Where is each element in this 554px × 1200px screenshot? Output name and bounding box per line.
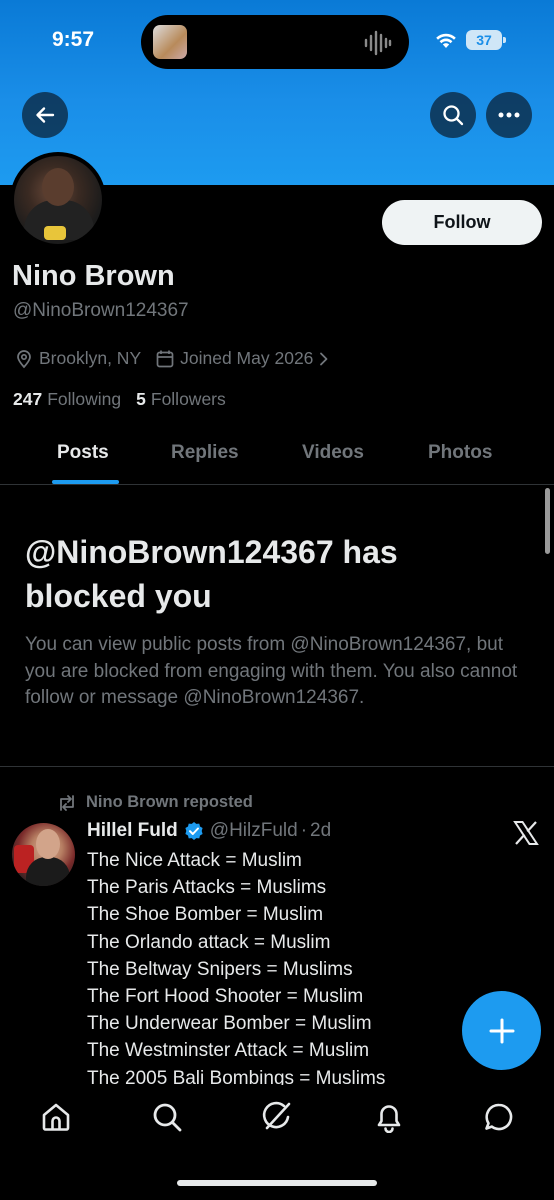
joined-item[interactable]: Joined May 2026 [155,348,330,369]
tab-replies[interactable]: Replies [171,442,239,464]
tab-videos[interactable]: Videos [302,442,364,464]
battery-indicator: 37 [466,30,506,50]
location-item: Brooklyn, NY [14,348,141,369]
post-author-handle[interactable]: @HilzFuld [210,820,298,842]
dynamic-island[interactable] [141,15,409,69]
scrollbar[interactable] [545,488,550,554]
more-button[interactable] [486,92,532,138]
notifications-icon [377,1105,401,1133]
joined-text: Joined May 2026 [180,348,314,368]
status-indicators: 37 [434,30,506,50]
avatar-body [26,857,70,886]
post-text[interactable]: The Nice Attack = Muslim The Paris Attack… [87,847,487,1085]
profile-meta: Brooklyn, NY Joined May 2026 [14,348,344,369]
section-divider [0,766,554,767]
location-pin-icon [17,349,31,368]
following-link[interactable]: 247 Following [13,389,121,410]
repost-indicator: Nino Brown reposted [56,793,253,812]
post-timestamp[interactable]: 2d [310,820,331,842]
followers-link[interactable]: 5 Followers [136,389,226,410]
profile-avatar[interactable] [10,152,106,248]
tab-photos[interactable]: Photos [428,442,492,464]
status-time: 9:57 [52,28,95,51]
blocked-title: @NinoBrown124367 has blocked you [25,534,398,614]
following-count: 247 [13,389,43,409]
x-logo-icon [513,821,539,845]
chevron-right-icon [320,352,328,365]
repost-label: Nino Brown reposted [86,793,253,811]
avatar-yellow-object [44,226,66,240]
followers-count: 5 [136,389,146,409]
follow-counts: 247 Following 5 Followers [13,389,226,410]
nav-messages[interactable] [482,1100,516,1134]
nav-search[interactable] [150,1100,184,1134]
post-text-line: The Shoe Bomber = Muslim [87,904,324,926]
plus-icon [489,1018,514,1043]
now-playing-thumbnail [153,25,187,59]
blocked-message: You can view public posts from @NinoBrow… [25,634,518,708]
audio-waveform-icon [364,30,392,56]
post-text-line: The Beltway Snipers = Muslims [87,958,353,980]
search-button[interactable] [430,92,476,138]
home-indicator[interactable] [177,1180,377,1186]
profile-tabs: Posts Replies Videos Photos [0,428,554,485]
search-icon [443,105,464,126]
verified-badge-icon [185,822,203,840]
post-author-name[interactable]: Hillel Fuld [87,820,178,842]
home-icon [42,1103,70,1131]
post-header: Hillel Fuld @HilzFuld · 2d [87,820,331,842]
post-text-line: The Underwear Bomber = Muslim [87,1013,372,1035]
profile-name: Nino Brown [12,260,175,292]
arrow-left-icon [36,107,55,123]
follow-button[interactable]: Follow [382,200,542,245]
calendar-icon [156,350,174,367]
post-text-line: The 2005 Bali Bombings = Muslims [87,1067,386,1085]
more-icon [498,112,520,118]
avatar-face [42,168,74,206]
back-button[interactable] [22,92,68,138]
post-text-line: The Paris Attacks = Muslims [87,877,327,899]
profile-handle: @NinoBrown124367 [13,300,189,321]
wifi-icon [436,33,456,48]
location-text: Brooklyn, NY [39,348,142,368]
nav-grok[interactable] [260,1100,294,1134]
tab-posts[interactable]: Posts [57,442,109,464]
avatar-head [36,829,60,859]
repost-icon [60,794,74,811]
following-label: Following [47,389,122,409]
compose-post-button[interactable] [462,991,541,1070]
post-text-line: The Orlando attack = Muslim [87,931,331,953]
post-text-line: The Nice Attack = Muslim [87,850,302,871]
messages-icon [485,1103,513,1131]
grok-icon [262,1101,291,1130]
post-text-line: The Westminster Attack = Muslim [87,1040,370,1062]
nav-home[interactable] [39,1100,73,1134]
post-separator: · [300,820,308,841]
nav-notifications[interactable] [372,1100,406,1134]
followers-label: Followers [150,389,226,409]
post-author-avatar[interactable] [12,823,75,886]
active-tab-indicator [52,480,119,484]
search-icon [153,1103,182,1132]
post-text-line: The Fort Hood Shooter = Muslim [87,986,364,1008]
